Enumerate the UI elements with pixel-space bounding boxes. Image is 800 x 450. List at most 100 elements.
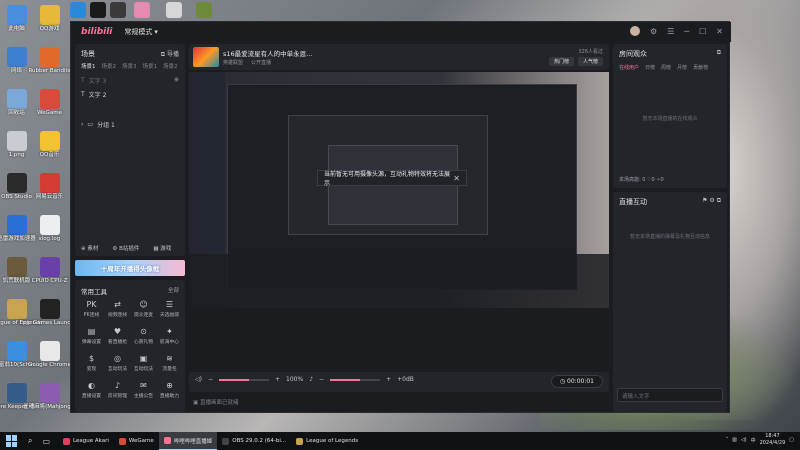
taskbar-app[interactable]: 哔哩哔哩直播姬 xyxy=(158,432,218,450)
app-icon[interactable] xyxy=(110,2,126,18)
room-category[interactable]: 英雄联盟 xyxy=(223,59,243,66)
desktop-icon[interactable]: 迅雷游戏加速器 xyxy=(0,212,36,250)
tab-scene-5[interactable]: 场景2 xyxy=(163,62,178,70)
tool-button[interactable]: ⇄ 视频连线 xyxy=(105,300,130,322)
source-item[interactable]: T 文字 2 xyxy=(81,90,106,99)
desktop-icon[interactable]: 回收站 xyxy=(0,86,33,124)
notification-icon[interactable]: ▢ xyxy=(789,437,794,443)
desktop-icon[interactable]: 网络 xyxy=(0,44,33,82)
taskbar-app[interactable]: WeGame xyxy=(114,432,159,450)
tab-scene-1[interactable]: 场景1 xyxy=(81,62,96,70)
desktop-icon[interactable]: 饥荒联机版 xyxy=(0,254,33,292)
app-icon[interactable] xyxy=(166,2,182,18)
tool-button[interactable]: $ 变现 xyxy=(79,354,104,376)
tool-button[interactable]: ▣ 互动玩法 xyxy=(131,354,156,376)
volume-increase[interactable]: + xyxy=(275,376,280,383)
chat-input[interactable]: 请输入文字 xyxy=(617,388,723,402)
source-group[interactable]: › ▭ 分组 1 xyxy=(81,120,115,129)
gear-icon[interactable]: ⚙ xyxy=(650,27,657,36)
desktop-icon[interactable]: Epic Games Launcher xyxy=(20,296,79,334)
desktop-icon[interactable]: 网易云音乐 xyxy=(33,170,66,208)
tool-button[interactable]: ⊕ 直播助力 xyxy=(157,381,182,403)
tab-online[interactable]: 在线用户 xyxy=(619,64,639,71)
maximize-button[interactable]: ☐ xyxy=(699,27,706,36)
anniversary-banner[interactable]: 十周年开播得头像框 xyxy=(75,260,185,276)
eye-icon[interactable]: ◉ xyxy=(174,76,179,83)
volume-decrease[interactable]: − xyxy=(208,376,213,383)
chevron-right-icon[interactable]: › xyxy=(81,121,83,128)
tools-all-link[interactable]: 全部 xyxy=(168,286,179,294)
desktop-icon[interactable]: 大富翁10(Schin... xyxy=(0,338,39,376)
chevron-up-icon[interactable]: ˄ xyxy=(726,437,729,443)
task-view-icon[interactable]: ▭ xyxy=(42,437,50,446)
guide-button[interactable]: ⧉ 导播 xyxy=(161,49,179,59)
clock[interactable]: 18:47 2024/4/29 xyxy=(760,433,786,447)
start-button[interactable] xyxy=(6,435,18,447)
tool-button[interactable]: ⊙ 心愿礼物 xyxy=(131,327,156,349)
minimize-button[interactable]: ─ xyxy=(684,27,689,36)
material-button[interactable]: ⊕ 素材 xyxy=(81,244,98,252)
taskbar-app[interactable]: OBS 29.0.2 (64-bi... xyxy=(217,432,291,450)
plugin-button[interactable]: ⚙ B站插件 xyxy=(112,244,139,252)
avatar[interactable] xyxy=(629,26,640,36)
app-icon[interactable] xyxy=(70,2,86,18)
desktop-icon[interactable]: Rubber Bandits xyxy=(28,44,71,82)
mode-selector[interactable]: 常规模式 xyxy=(124,27,152,37)
stream-preview[interactable]: 当前暂无可用摄像头源，互动礼物特效将无法展示 ✕ xyxy=(189,72,609,308)
taskbar-app[interactable]: League of Legends xyxy=(291,432,363,450)
tab-contribution[interactable]: 贡献榜 xyxy=(693,64,708,71)
desktop-icon[interactable]: QQ游戏 xyxy=(33,2,66,40)
game-button[interactable]: ▦ 游戏 xyxy=(153,244,171,252)
tab-scene-2[interactable]: 场景2 xyxy=(102,62,117,70)
ime-indicator[interactable]: 中 xyxy=(751,437,756,444)
mic-volume-slider[interactable] xyxy=(330,378,381,381)
mic-icon[interactable]: ♪ xyxy=(309,376,313,383)
app-icon[interactable] xyxy=(196,2,212,18)
desktop-icon[interactable]: CPUID CPU-Z xyxy=(32,254,67,292)
volume-decrease[interactable]: − xyxy=(319,376,324,383)
tool-button[interactable]: ☺ 观众连麦 xyxy=(131,300,156,322)
hot-rank-button[interactable]: 热门榜 xyxy=(548,57,574,66)
tool-button[interactable]: ◐ 直播设置 xyxy=(79,381,104,403)
close-button[interactable]: ✕ xyxy=(716,27,723,36)
desktop-icon[interactable]: 雀魂麻将(Mahjong... xyxy=(23,380,76,418)
app-icon[interactable] xyxy=(90,2,106,18)
tab-daily[interactable]: 日榜 xyxy=(645,64,655,71)
tab-weekly[interactable]: 周榜 xyxy=(661,64,671,71)
room-visibility[interactable]: 公开直播 xyxy=(251,59,271,66)
volume-increase[interactable]: + xyxy=(386,376,391,383)
tab-scene-3[interactable]: 场景3 xyxy=(122,62,137,70)
desktop-icon[interactable]: 此电脑 xyxy=(0,2,33,40)
tool-button[interactable]: ✉ 主播公告 xyxy=(131,381,156,403)
desktop-icon[interactable]: OBS Studio xyxy=(0,170,33,208)
menu-icon[interactable]: ☰ xyxy=(667,27,674,36)
settings-icons[interactable]: ⚑ ⚙ ⧉ xyxy=(702,197,721,205)
desktop-icon[interactable]: League of Legends xyxy=(0,296,42,334)
desktop-icon[interactable]: Core Keeper 地... xyxy=(0,380,40,418)
tool-button[interactable]: ▤ 弹幕设置 xyxy=(79,327,104,349)
tool-button[interactable]: ≋ 流量包 xyxy=(157,354,182,376)
speaker-icon[interactable]: ◁) xyxy=(195,376,202,383)
desktop-icon[interactable]: 1.png xyxy=(0,128,33,166)
tool-button[interactable]: ☰ 天选福袋 xyxy=(157,300,182,322)
taskbar-app[interactable]: League Akari xyxy=(58,432,114,450)
volume-icon[interactable]: ◁) xyxy=(741,437,747,443)
tab-monthly[interactable]: 月榜 xyxy=(677,64,687,71)
tool-button[interactable]: ♪ 房间管理 xyxy=(105,381,130,403)
tool-button[interactable]: ◎ 互动玩法 xyxy=(105,354,130,376)
tab-scene-4[interactable]: 场景1 xyxy=(143,62,158,70)
desktop-icon[interactable]: slog.log xyxy=(33,212,66,250)
desktop-volume-slider[interactable] xyxy=(219,378,269,381)
desktop-icon[interactable]: WeGame xyxy=(33,86,66,124)
search-icon[interactable]: ⌕ xyxy=(28,436,32,446)
app-icon[interactable] xyxy=(134,2,150,18)
tool-button[interactable]: ♥ 看直播抢 xyxy=(105,327,130,349)
network-icon[interactable]: ▥ xyxy=(732,437,737,443)
desktop-icon[interactable]: QQ音乐 xyxy=(33,128,66,166)
chevron-down-icon[interactable]: ▾ xyxy=(154,28,158,36)
room-title[interactable]: s16最爱流星有人的中单永恩... xyxy=(223,48,312,58)
room-thumbnail[interactable] xyxy=(193,47,219,67)
desktop-icon[interactable]: Google Chrome xyxy=(28,338,71,376)
popularity-rank-button[interactable]: 人气榜 xyxy=(577,57,603,66)
close-icon[interactable]: ✕ xyxy=(453,174,460,183)
